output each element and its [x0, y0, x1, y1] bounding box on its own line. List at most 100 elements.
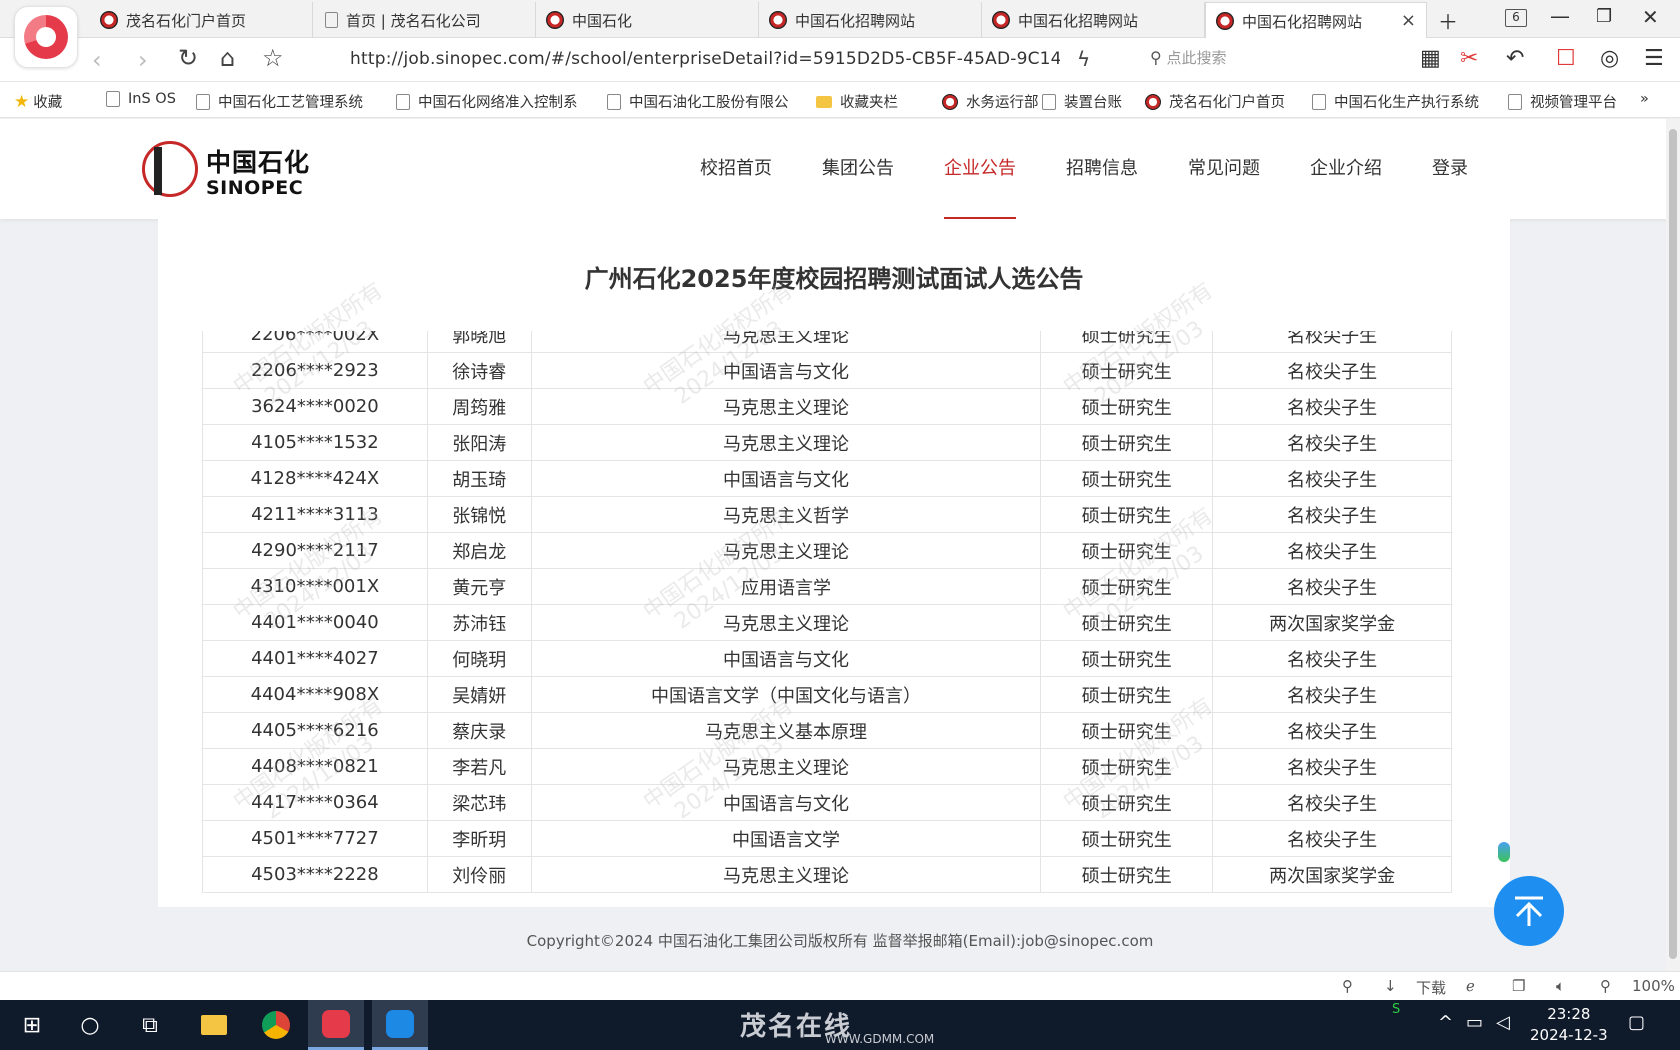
table-cell: 郭晓旭 — [426, 331, 532, 353]
bookmark-item[interactable]: 中国石化网络准入控制系 — [396, 91, 578, 112]
volume-icon[interactable]: 🔈︎ — [1556, 977, 1565, 995]
nav-item[interactable]: 登录 — [1432, 119, 1468, 219]
bookmark-item[interactable]: 装置台账 — [1042, 91, 1122, 112]
windows-start-icon[interactable]: ⊞ — [4, 1000, 60, 1050]
nav-item[interactable]: 集团公告 — [822, 119, 894, 219]
side-widget-icon[interactable] — [1498, 842, 1510, 862]
window-icon[interactable]: ❐ — [1512, 977, 1525, 995]
tab-count-badge[interactable]: 6 — [1505, 9, 1527, 27]
minimize-icon[interactable]: — — [1550, 4, 1570, 28]
table-cell: 4401****4027 — [202, 640, 428, 677]
nav-item[interactable]: 校招首页 — [700, 119, 772, 219]
nav-item[interactable]: 企业介绍 — [1310, 119, 1382, 219]
table-cell: 2206****002X — [202, 331, 428, 353]
zoom-icon[interactable]: ⚲ — [1600, 977, 1611, 995]
table-cell: 刘伶丽 — [426, 856, 532, 893]
bookmark-item[interactable]: 中国石化工艺管理系统 — [196, 91, 363, 112]
table-cell: 硕士研究生 — [1040, 676, 1214, 713]
feishu-taskbar-icon[interactable] — [372, 1000, 428, 1050]
file-explorer-icon[interactable] — [186, 1000, 242, 1050]
page-scrollbar[interactable] — [1666, 119, 1680, 971]
browser-taskbar-icon[interactable] — [308, 1000, 364, 1050]
bookmark-item[interactable]: 中国石化生产执行系统 — [1312, 91, 1479, 112]
pin-icon[interactable]: ⚲ — [1342, 977, 1353, 995]
nav-item[interactable]: 企业公告 — [944, 119, 1016, 219]
comment-icon[interactable]: ☐ — [1556, 46, 1576, 71]
table-cell: 中国语言文学 — [530, 820, 1042, 857]
refresh-icon[interactable]: ↻ — [178, 44, 198, 72]
content-card: 广州石化2025年度校园招聘测试面试人选公告 2206****002X 郭晓旭 马克… — [158, 219, 1510, 907]
browser-tab[interactable]: 首页 | 茂名石化公司 — [313, 2, 536, 38]
sinopec-logo[interactable]: 中国石化 SINOPEC — [140, 141, 310, 201]
cortana-search-icon[interactable]: ○ — [62, 1000, 118, 1050]
table-viewport[interactable]: 2206****002X 郭晓旭 马克思主义理论 硕士研究生 名校尖子生 2206****… — [202, 331, 1452, 907]
notification-icon[interactable]: ▢ — [1628, 1012, 1645, 1033]
bookmark-item[interactable]: 视频管理平台 — [1508, 91, 1617, 112]
forward-icon[interactable]: › — [138, 46, 148, 74]
sougou-input-icon[interactable]: S — [1392, 1002, 1400, 1017]
close-tab-icon[interactable]: × — [1401, 10, 1416, 31]
favorite-star-icon[interactable]: ☆ — [262, 44, 284, 72]
browser-tab[interactable]: 中国石化 — [536, 2, 759, 38]
nav-item[interactable]: 常见问题 — [1188, 119, 1260, 219]
account-icon[interactable]: ◎ — [1600, 46, 1619, 71]
nav-item[interactable]: 招聘信息 — [1066, 119, 1138, 219]
address-bar[interactable]: http://job.sinopec.com/#/school/enterpri… — [350, 49, 1060, 69]
download-icon[interactable]: ↓ — [1384, 977, 1397, 995]
close-window-icon[interactable]: ✕ — [1642, 5, 1659, 29]
menu-icon[interactable]: ☰ — [1644, 46, 1664, 71]
table-cell: 硕士研究生 — [1040, 352, 1214, 389]
browser-tab[interactable]: 中国石化招聘网站 × — [1205, 2, 1427, 39]
download-label[interactable]: 下载 — [1416, 977, 1446, 998]
chrome-icon[interactable] — [248, 1000, 304, 1050]
table-cell: 4290****2117 — [202, 532, 428, 569]
table-row: 2206****002X 郭晓旭 马克思主义理论 硕士研究生 名校尖子生 — [202, 331, 1452, 353]
table-cell: 两次国家奖学金 — [1212, 856, 1452, 893]
table-row: 4211****3113 张锦悦 马克思主义哲学 硕士研究生 名校尖子生 — [202, 496, 1452, 533]
table-cell: 名校尖子生 — [1212, 748, 1452, 785]
home-icon[interactable]: ⌂ — [220, 44, 235, 72]
table-cell: 马克思主义理论 — [530, 532, 1042, 569]
restore-icon[interactable]: ❐ — [1596, 6, 1612, 27]
bookmarks-overflow-icon[interactable]: » — [1640, 91, 1649, 107]
table-cell: 马克思主义理论 — [530, 388, 1042, 425]
table-cell: 名校尖子生 — [1212, 424, 1452, 461]
table-cell: 梁芯玮 — [426, 784, 532, 821]
lightning-icon[interactable]: ϟ — [1077, 47, 1090, 71]
table-row: 4408****0821 李若凡 马克思主义理论 硕士研究生 名校尖子生 — [202, 748, 1452, 785]
undo-icon[interactable]: ↶ — [1506, 46, 1524, 71]
zoom-level[interactable]: 100% — [1632, 977, 1675, 995]
table-cell: 名校尖子生 — [1212, 676, 1452, 713]
page-icon — [1042, 93, 1056, 110]
page-icon — [196, 93, 210, 110]
scrollbar-thumb[interactable] — [1669, 129, 1677, 959]
table-cell: 中国语言与文化 — [530, 352, 1042, 389]
bookmark-item[interactable]: ★ 收藏 — [14, 91, 62, 112]
bookmark-label: 中国石化生产执行系统 — [1334, 95, 1479, 111]
ie-mode-icon[interactable]: ℯ — [1466, 977, 1475, 995]
task-view-icon[interactable]: ⧉ — [122, 1000, 178, 1050]
main-nav: 校招首页 集团公告 企业公告 招聘信息 常见问题 企业介绍 登录 — [700, 119, 1518, 219]
network-icon[interactable]: ▭ — [1466, 1012, 1483, 1033]
new-tab-button[interactable]: ＋ — [1438, 6, 1458, 35]
screenshot-scissors-icon[interactable]: ✂ — [1460, 46, 1478, 71]
apps-grid-icon[interactable]: ▦ — [1420, 46, 1441, 71]
browser-tab[interactable]: 中国石化招聘网站 — [759, 2, 982, 38]
table-cell: 郑启龙 — [426, 532, 532, 569]
bookmark-item[interactable]: 收藏夹栏 — [816, 91, 898, 112]
copyright-footer: Copyright©2024 中国石油化工集团公司版权所有 监督举报邮箱(Ema… — [526, 932, 1154, 950]
search-input[interactable]: ⚲ 点此搜索 — [1150, 47, 1400, 73]
bookmarks-bar: ★ 收藏 InS OS 中国石化工艺管理系统 中国石化网络准入控制系 中国石油化工股份有限… — [0, 82, 1680, 118]
bookmark-item[interactable]: InS OS — [106, 91, 176, 107]
table-cell: 硕士研究生 — [1040, 496, 1214, 533]
browser-tab[interactable]: 中国石化招聘网站 — [982, 2, 1205, 38]
system-clock[interactable]: 23:28 2024-12-3 — [1530, 1004, 1608, 1046]
bookmark-item[interactable]: 茂名石化门户首页 — [1145, 91, 1285, 112]
volume-muted-icon[interactable]: ◁ — [1496, 1012, 1510, 1033]
browser-logo-icon[interactable] — [14, 6, 78, 68]
bookmark-item[interactable]: 水务运行部 — [942, 91, 1039, 112]
back-icon[interactable]: ‹ — [92, 46, 102, 74]
tray-chevron-icon[interactable]: ^ — [1438, 1012, 1453, 1033]
browser-tab[interactable]: 茂名石化门户首页 — [90, 2, 313, 38]
bookmark-item[interactable]: 中国石油化工股份有限公 — [607, 91, 789, 112]
